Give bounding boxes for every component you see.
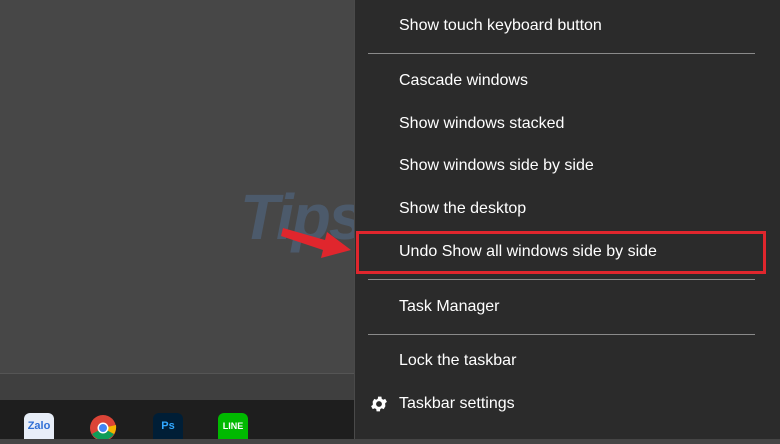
menu-item-label: Taskbar settings	[399, 395, 515, 412]
menu-item-lock-the-taskbar[interactable]: Lock the taskbar	[355, 340, 780, 382]
menu-item-label: Show the desktop	[399, 200, 527, 217]
chrome-app-icon[interactable]	[88, 413, 118, 441]
menu-item-show-touch-keyboard-button[interactable]: Show touch keyboard button	[355, 5, 780, 47]
menu-item-show-windows-stacked[interactable]: Show windows stacked	[355, 103, 780, 145]
app-label: Ps	[161, 420, 175, 432]
desktop-area[interactable]	[0, 0, 355, 400]
menu-item-label: Show touch keyboard button	[399, 17, 602, 34]
photoshop-app-icon[interactable]: Ps	[153, 413, 183, 439]
menu-item-taskbar-settings[interactable]: Taskbar settings	[355, 383, 780, 425]
menu-item-undo-show-all-windows-side-by-side[interactable]: Undo Show all windows side by side	[355, 231, 780, 273]
menu-separator	[368, 53, 755, 54]
menu-item-task-manager[interactable]: Task Manager	[355, 286, 780, 328]
menu-item-label: Lock the taskbar	[399, 352, 517, 369]
menu-item-label: Undo Show all windows side by side	[399, 243, 657, 260]
zalo-app-icon[interactable]: Zalo	[24, 413, 54, 439]
gear-icon	[371, 396, 387, 412]
window-bottom-edge	[0, 373, 355, 401]
menu-separator	[368, 334, 755, 335]
menu-item-label: Show windows side by side	[399, 157, 594, 174]
menu-item-label: Task Manager	[399, 298, 500, 315]
menu-item-cascade-windows[interactable]: Cascade windows	[355, 60, 780, 102]
menu-item-show-the-desktop[interactable]: Show the desktop	[355, 188, 780, 230]
menu-item-label: Show windows stacked	[399, 115, 565, 132]
taskbar: Zalo Ps LINE	[0, 400, 354, 441]
line-app-icon[interactable]: LINE	[218, 413, 248, 439]
app-label: LINE	[222, 421, 244, 431]
app-label: Zalo	[27, 420, 51, 432]
taskbar-context-menu: Show touch keyboard button Cascade windo…	[354, 0, 780, 439]
red-arrow-icon	[281, 228, 351, 258]
menu-separator	[368, 279, 755, 280]
chrome-icon	[90, 415, 117, 441]
menu-item-label: Cascade windows	[399, 72, 528, 89]
menu-item-show-windows-side-by-side[interactable]: Show windows side by side	[355, 145, 780, 187]
